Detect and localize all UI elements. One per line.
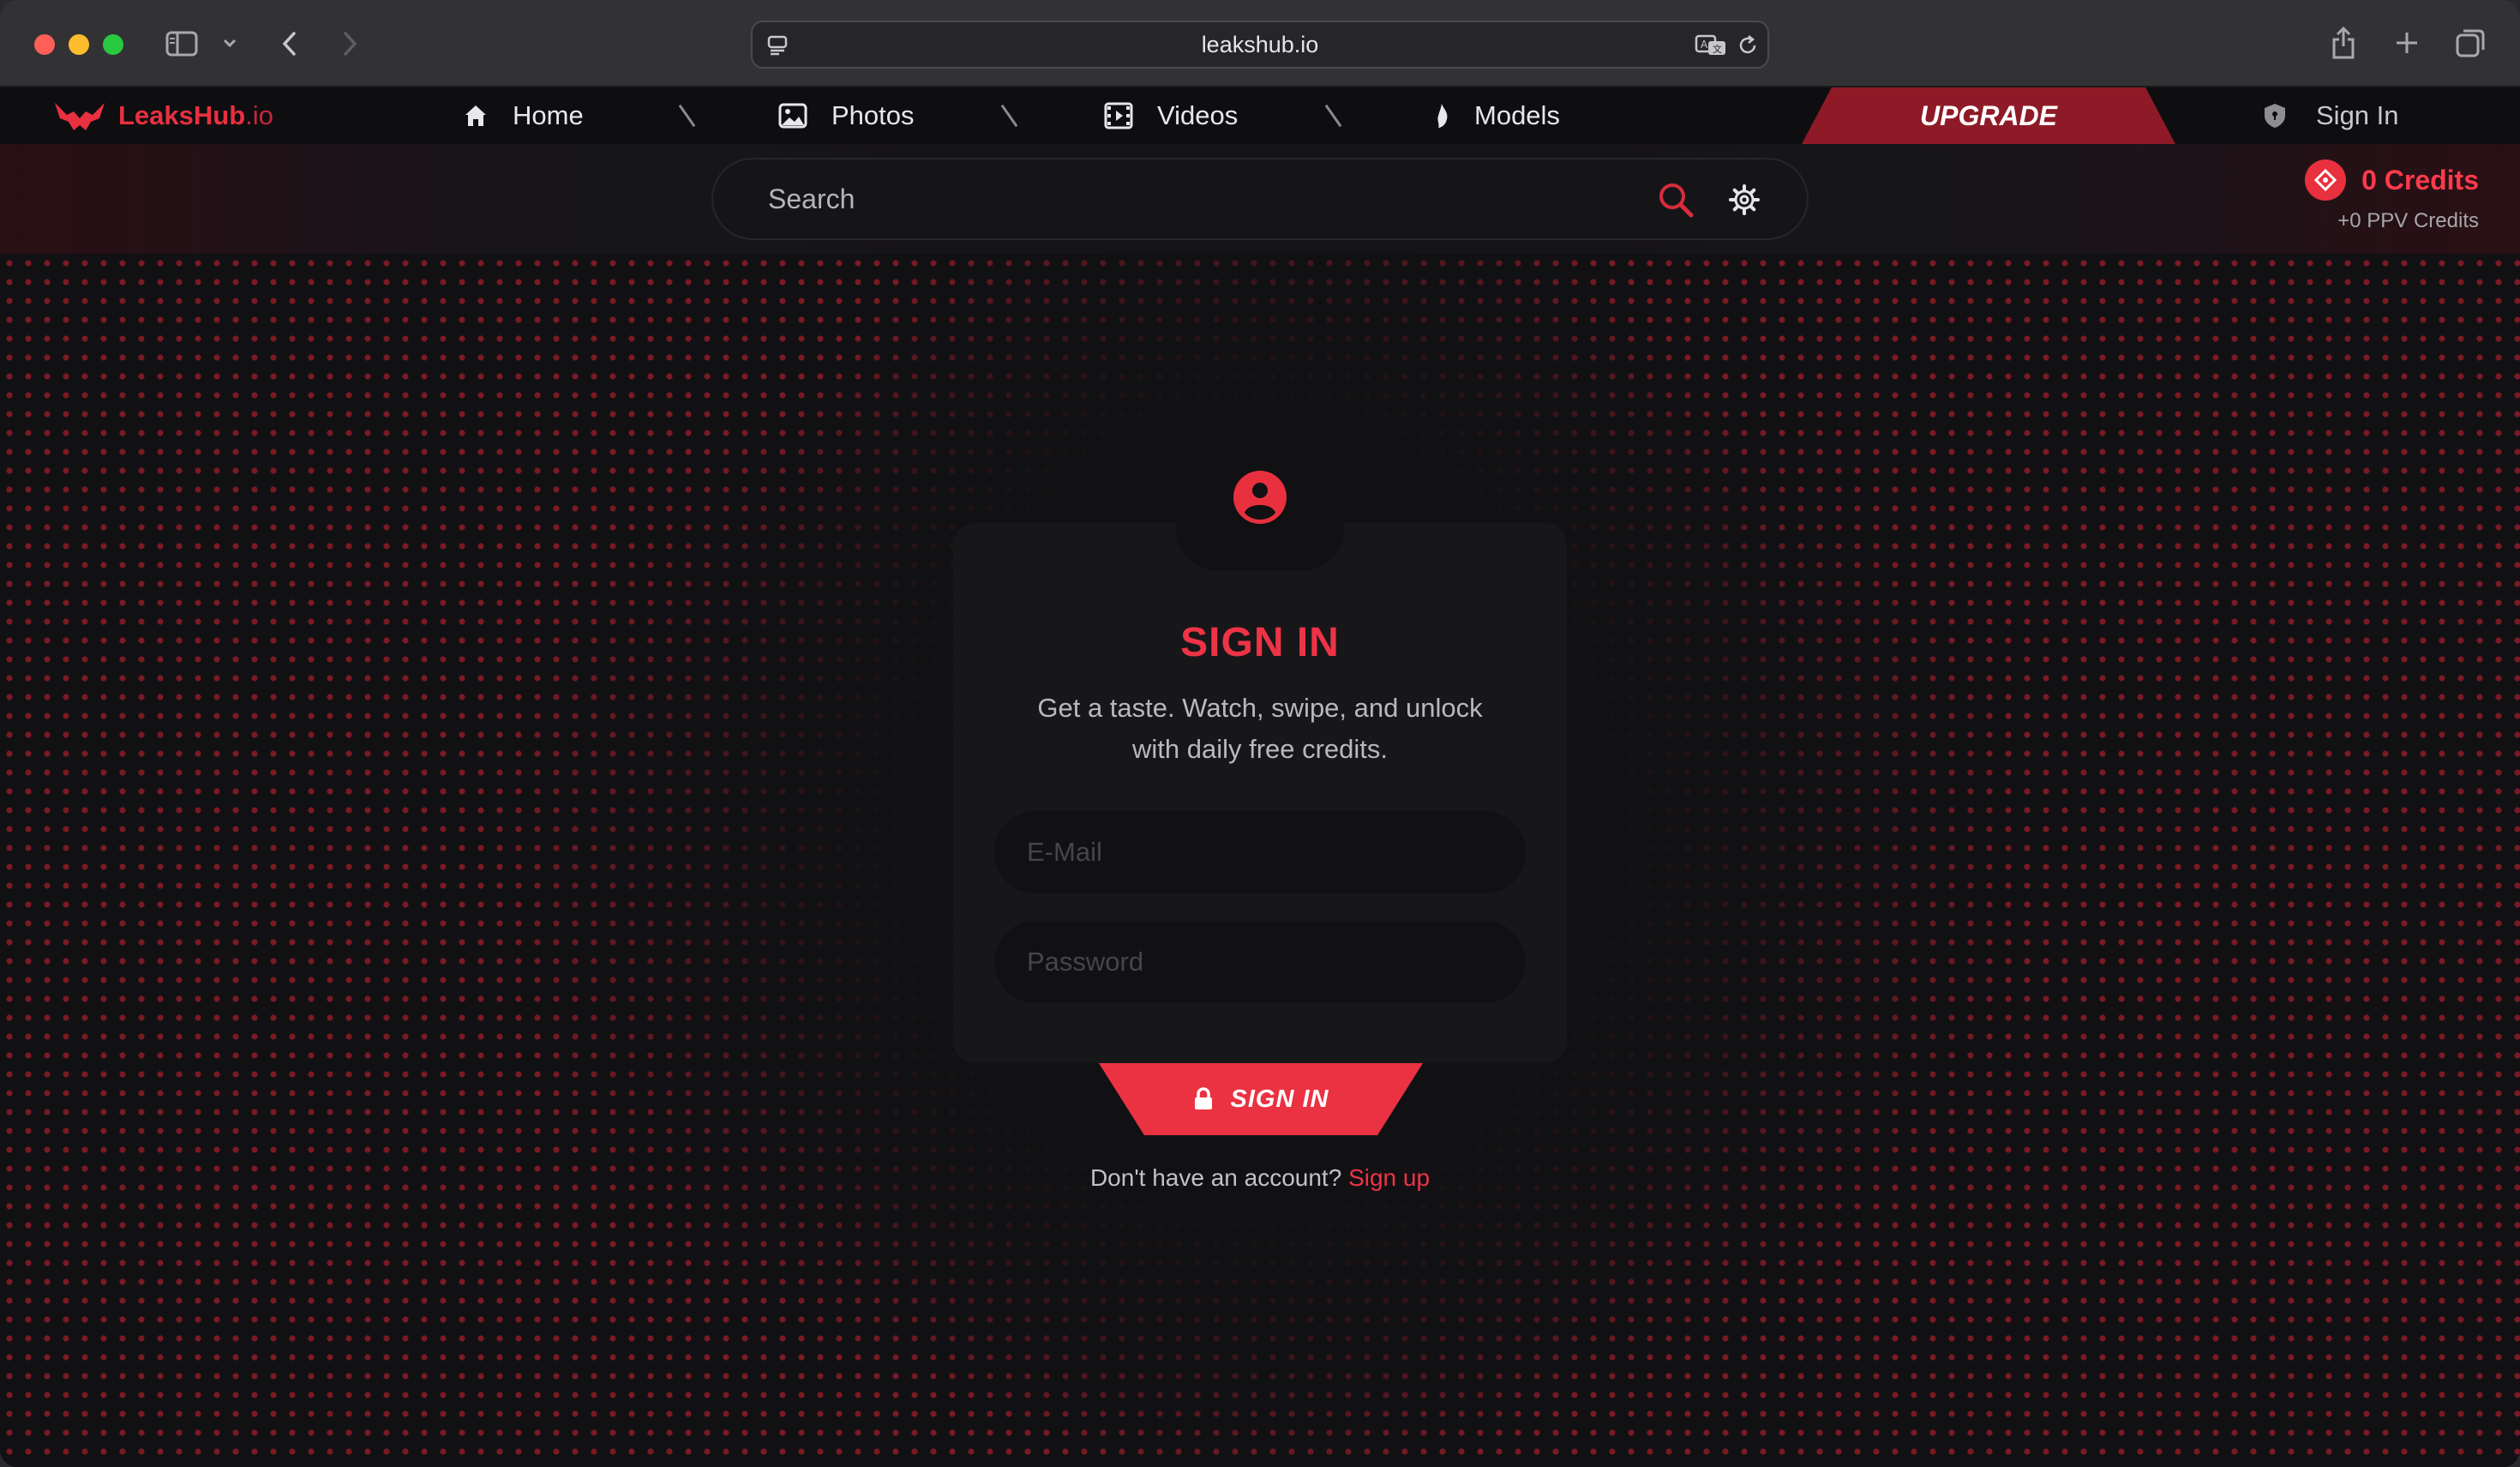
password-field[interactable] — [994, 921, 1526, 1003]
sidebar-toggle-icon[interactable] — [165, 29, 199, 58]
sign-in-button[interactable]: SIGN IN — [1099, 1063, 1423, 1135]
browser-titlebar: leakshub.io A文 — [0, 0, 2520, 87]
nav-photos-label: Photos — [831, 100, 915, 130]
nav-sign-in-label: Sign In — [2316, 100, 2399, 130]
nav-photos[interactable]: Photos — [778, 87, 915, 144]
nav-videos[interactable]: Videos — [1104, 87, 1238, 144]
credits-diamond-icon — [2305, 159, 2347, 201]
back-arrow-icon[interactable] — [276, 27, 302, 60]
logo-tld: .io — [245, 100, 273, 130]
nav-separator — [1000, 104, 1018, 128]
email-field[interactable] — [994, 811, 1526, 893]
chevron-down-icon[interactable] — [221, 34, 238, 51]
site-logo[interactable]: LeaksHub.io — [53, 99, 273, 132]
login-subtitle: Get a taste. Watch, swipe, and unlock wi… — [1037, 693, 1483, 764]
user-circle-icon — [1233, 470, 1287, 525]
ppv-credits: +0 PPV Credits — [2337, 209, 2479, 232]
nav-home[interactable]: Home — [463, 87, 584, 144]
search-input[interactable]: Search — [768, 159, 855, 238]
shield-icon — [2265, 104, 2285, 128]
tab-overview-icon[interactable] — [2453, 26, 2487, 60]
address-bar[interactable]: leakshub.io A文 — [751, 21, 1769, 69]
devil-logo-icon — [55, 103, 105, 130]
sign-up-link[interactable]: Sign up — [1348, 1164, 1430, 1191]
search-icon[interactable] — [1658, 182, 1694, 218]
search-bar[interactable]: Search — [711, 158, 1809, 240]
home-icon — [465, 105, 486, 126]
sign-in-button-label: SIGN IN — [1230, 1085, 1329, 1113]
logo-name: LeaksHub — [118, 100, 246, 130]
browser-window: leakshub.io A文 LeaksHub.io Home Photos V… — [0, 0, 2520, 1467]
svg-text:文: 文 — [1713, 43, 1722, 55]
forward-arrow-icon[interactable] — [338, 27, 363, 60]
svg-text:A: A — [1701, 39, 1708, 51]
zoom-window-button[interactable] — [103, 34, 123, 55]
minimize-window-button[interactable] — [69, 34, 89, 55]
nav-videos-label: Videos — [1157, 100, 1239, 130]
flame-icon — [1437, 104, 1448, 128]
translate-icon[interactable]: A文 — [1694, 33, 1730, 58]
lock-icon — [1194, 1087, 1212, 1109]
nav-home-label: Home — [513, 100, 584, 130]
login-title: SIGN IN — [1180, 620, 1340, 665]
nav-sign-in[interactable]: Sign In — [2263, 87, 2399, 144]
image-icon — [778, 103, 807, 129]
no-account-text: Don't have an account? — [1089, 1164, 1342, 1191]
signup-prompt: Don't have an account? Sign up — [953, 1164, 1567, 1192]
gear-icon[interactable] — [1726, 182, 1762, 218]
url-text: leakshub.io — [1201, 32, 1319, 57]
credits-display[interactable]: 0 Credits +0 PPV Credits — [2305, 159, 2479, 233]
new-tab-icon[interactable] — [2391, 27, 2422, 58]
nav-models-label: Models — [1474, 100, 1560, 130]
upgrade-button[interactable]: UPGRADE — [1802, 87, 2175, 144]
nav-separator — [678, 104, 696, 128]
close-window-button[interactable] — [34, 34, 55, 55]
nav-separator — [1324, 104, 1342, 128]
nav-models[interactable]: Models — [1431, 87, 1560, 144]
film-icon — [1104, 102, 1133, 129]
credits-count: 0 Credits — [2361, 164, 2479, 195]
reload-icon[interactable] — [1735, 33, 1761, 58]
share-icon[interactable] — [2328, 24, 2359, 62]
